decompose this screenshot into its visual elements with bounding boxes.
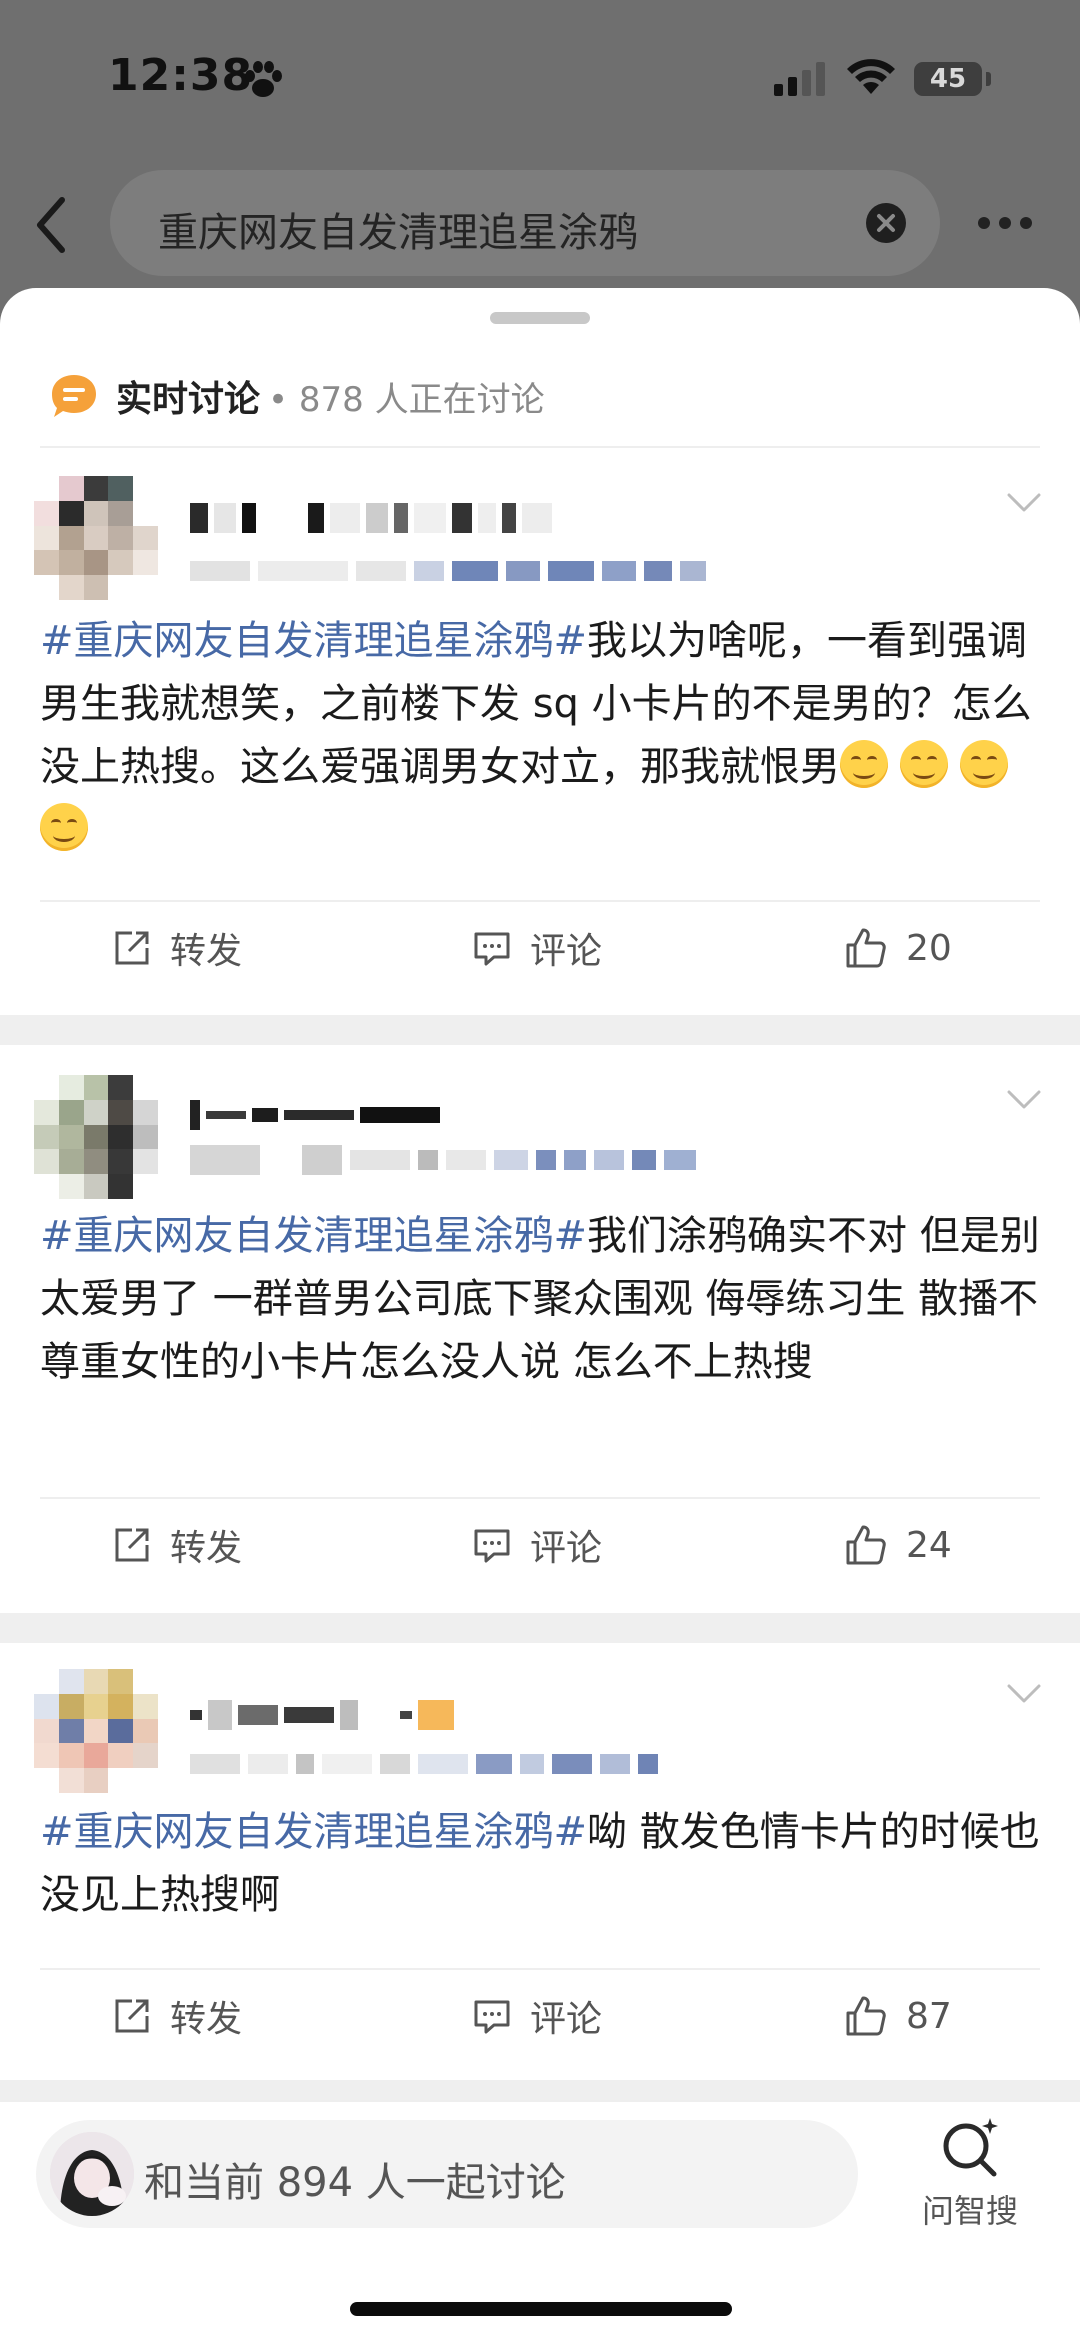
ask-zhisou-label: 问智搜 — [921, 2192, 1018, 2230]
battery-indicator: 45 — [914, 62, 982, 96]
discussion-input-placeholder: 和当前 894 人一起讨论 — [144, 2160, 566, 2206]
topic-link[interactable]: #重庆网友自发清理追星涂鸦# — [40, 618, 587, 664]
discussion-sheet: 实时讨论 • 878 人正在讨论 #重庆网友自发清理追星涂鸦#我以为啥呢，一看到… — [0, 288, 1080, 2341]
live-discussion-count: • 878 人正在讨论 — [268, 379, 545, 420]
my-avatar — [50, 2132, 134, 2216]
smiling-emoji-icon — [900, 740, 948, 788]
repost-button[interactable]: 转发 — [112, 920, 242, 976]
post-meta-blurred — [190, 1749, 658, 1779]
repost-icon — [115, 1528, 149, 1562]
comment-label: 评论 — [530, 1528, 603, 1569]
thumbs-up-icon — [846, 1525, 886, 1565]
ask-zhisou-button[interactable]: 问智搜 — [910, 2116, 1030, 2232]
repost-button[interactable]: 转发 — [112, 1988, 242, 2044]
thumbs-up-icon — [846, 1996, 886, 2036]
like-button[interactable]: 24 — [844, 1517, 952, 1573]
post-body[interactable]: #重庆网友自发清理追星涂鸦#呦 散发色情卡片的时候也没见上热搜啊 — [40, 1801, 1040, 1927]
repost-button[interactable]: 转发 — [112, 1517, 242, 1573]
close-icon — [877, 214, 895, 232]
paw-icon — [245, 61, 282, 97]
like-count: 87 — [906, 1995, 952, 2037]
like-button[interactable]: 87 — [844, 1988, 952, 2044]
repost-icon — [115, 931, 149, 965]
smiling-emoji-icon — [960, 740, 1008, 788]
battery-tip — [986, 72, 991, 86]
chat-bubble-icon — [52, 375, 96, 417]
like-count: 20 — [906, 927, 952, 969]
avatar[interactable] — [34, 1669, 158, 1793]
comment-icon — [474, 1529, 510, 1563]
post-meta-blurred — [190, 1145, 696, 1175]
post-card: #重庆网友自发清理追星涂鸦#我以为啥呢，一看到强调男生我就想笑，之前楼下发 sq… — [0, 448, 1080, 972]
search-query-text: 重庆网友自发清理追星涂鸦 — [158, 210, 638, 256]
repost-label: 转发 — [170, 931, 243, 972]
wifi-icon — [847, 59, 895, 94]
more-options-icon[interactable] — [978, 214, 1044, 232]
avatar[interactable] — [34, 1075, 158, 1199]
ai-search-icon — [943, 2118, 998, 2177]
post-meta-blurred — [190, 556, 706, 586]
topic-link[interactable]: #重庆网友自发清理追星涂鸦# — [40, 1213, 587, 1259]
live-discussion-title: 实时讨论 — [116, 379, 261, 420]
chevron-down-icon[interactable] — [1006, 1683, 1042, 1705]
like-button[interactable]: 20 — [844, 920, 952, 976]
post-actions: 转发 评论 20 — [40, 900, 1040, 998]
post-body[interactable]: #重庆网友自发清理追星涂鸦#我以为啥呢，一看到强调男生我就想笑，之前楼下发 sq… — [40, 610, 1040, 862]
username-blurred[interactable] — [190, 1697, 454, 1733]
section-separator — [0, 1613, 1080, 1643]
cellular-signal-icon — [774, 62, 825, 96]
section-separator — [0, 1015, 1080, 1045]
post-card: #重庆网友自发清理追星涂鸦#我们涂鸦确实不对 但是别太爱男了 一群普男公司底下聚… — [0, 1045, 1080, 1569]
comment-icon — [474, 2000, 510, 2034]
comment-label: 评论 — [530, 1999, 603, 2040]
comment-button[interactable]: 评论 — [472, 920, 602, 976]
section-separator — [0, 2080, 1080, 2102]
smiling-emoji-icon — [40, 803, 88, 851]
smiling-emoji-icon — [840, 740, 888, 788]
repost-label: 转发 — [170, 1999, 243, 2040]
like-count: 24 — [906, 1524, 952, 1566]
chevron-down-icon[interactable] — [1006, 1089, 1042, 1111]
avatar[interactable] — [34, 476, 158, 600]
comment-button[interactable]: 评论 — [472, 1517, 602, 1573]
post-body[interactable]: #重庆网友自发清理追星涂鸦#我们涂鸦确实不对 但是别太爱男了 一群普男公司底下聚… — [40, 1205, 1040, 1394]
search-input[interactable]: 重庆网友自发清理追星涂鸦 — [110, 170, 940, 276]
home-indicator — [350, 2302, 732, 2316]
discussion-input[interactable]: 和当前 894 人一起讨论 — [36, 2120, 858, 2228]
post-actions: 转发 评论 87 — [40, 1968, 1040, 2066]
status-time: 12:38 — [108, 50, 254, 101]
comment-label: 评论 — [530, 931, 603, 972]
post-card: #重庆网友自发清理追星涂鸦#呦 散发色情卡片的时候也没见上热搜啊 转发 评论 8… — [0, 1643, 1080, 2063]
back-arrow-icon[interactable] — [28, 190, 78, 260]
username-blurred[interactable] — [190, 1097, 440, 1133]
topic-link[interactable]: #重庆网友自发清理追星涂鸦# — [40, 1809, 587, 1855]
chevron-down-icon[interactable] — [1006, 492, 1042, 514]
live-discussion-header: 实时讨论 • 878 人正在讨论 — [50, 366, 545, 426]
status-bar: 12:38 45 — [0, 0, 1080, 150]
username-blurred[interactable] — [190, 500, 552, 536]
sheet-drag-handle[interactable] — [490, 312, 590, 324]
clear-search-button[interactable] — [866, 203, 906, 243]
repost-label: 转发 — [170, 1528, 243, 1569]
thumbs-up-icon — [846, 928, 886, 968]
comment-button[interactable]: 评论 — [472, 1988, 602, 2044]
comment-icon — [474, 932, 510, 966]
repost-icon — [115, 1999, 149, 2033]
post-actions: 转发 评论 24 — [40, 1497, 1040, 1595]
